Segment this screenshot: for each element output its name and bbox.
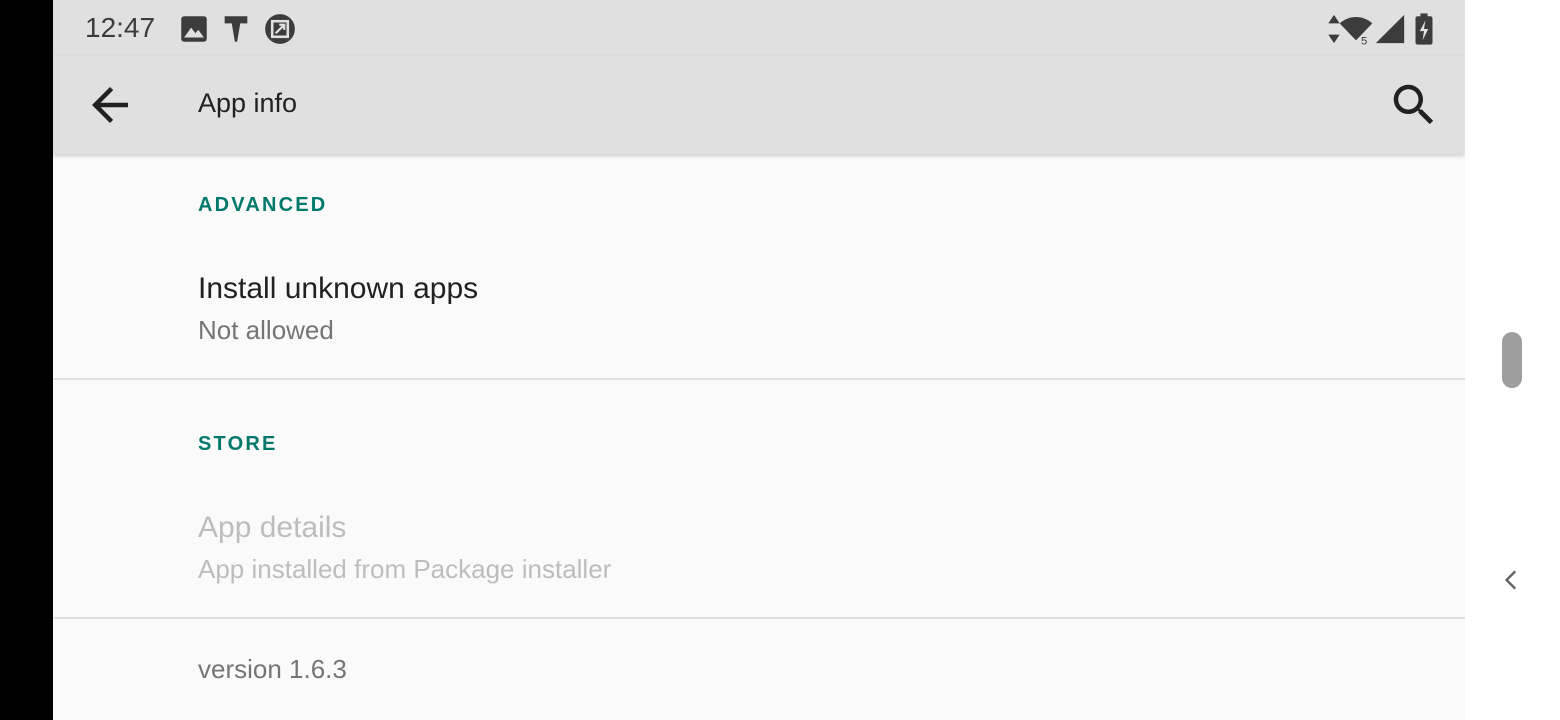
- install-unknown-apps-title: Install unknown apps: [198, 272, 479, 305]
- side-rail: [1465, 0, 1560, 720]
- settings-screen: 12:47 5 App info ADVANCED Install unknow…: [53, 0, 1465, 720]
- arrow-back-icon: [92, 87, 128, 123]
- scrollbar-thumb[interactable]: [1502, 332, 1522, 388]
- t-notification-icon: [224, 16, 248, 42]
- section-header-store: STORE: [198, 433, 278, 455]
- app-details-summary: App installed from Package installer: [198, 554, 612, 584]
- wifi-icon: 5: [1339, 16, 1373, 46]
- page-title: App info: [198, 88, 298, 118]
- app-bar: App info: [53, 56, 1465, 154]
- divider: [53, 378, 1465, 380]
- version-label: version 1.6.3: [198, 654, 347, 684]
- install-unknown-apps-item[interactable]: Install unknown apps Not allowed: [53, 250, 1465, 378]
- search-button[interactable]: [1387, 78, 1441, 132]
- image-icon: [181, 16, 207, 42]
- back-button[interactable]: [83, 78, 137, 132]
- app-details-title: App details: [198, 511, 347, 544]
- search-icon: [1393, 84, 1434, 125]
- wifi-badge: 5: [1361, 36, 1367, 46]
- section-header-advanced: ADVANCED: [198, 194, 328, 216]
- divider: [53, 617, 1465, 619]
- chevron-left-icon[interactable]: [1499, 564, 1525, 596]
- cell-signal-icon: [1375, 14, 1405, 44]
- status-bar: 12:47 5: [53, 0, 1465, 56]
- install-unknown-apps-summary: Not allowed: [198, 315, 334, 345]
- status-clock: 12:47: [85, 12, 156, 43]
- battery-charging-icon: [1415, 13, 1433, 45]
- app-details-item: App details App installed from Package i…: [53, 490, 1465, 617]
- screenshot-icon: [265, 14, 295, 44]
